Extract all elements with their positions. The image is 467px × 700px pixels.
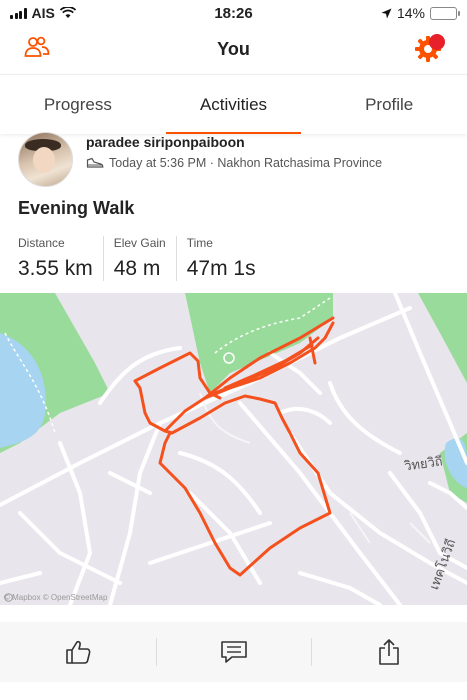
mapbox-logo-icon bbox=[4, 593, 13, 602]
app-header: You bbox=[0, 26, 467, 72]
stat-time: Time 47m 1s bbox=[175, 236, 266, 281]
avatar[interactable] bbox=[18, 132, 73, 187]
clock: 18:26 bbox=[214, 4, 253, 22]
comment-icon bbox=[220, 641, 247, 663]
battery-icon bbox=[430, 6, 460, 20]
notification-badge bbox=[429, 34, 445, 50]
tab-progress[interactable]: Progress bbox=[0, 75, 156, 134]
stat-elev-gain: Elev Gain 48 m bbox=[102, 236, 176, 281]
stat-value: 47m 1s bbox=[186, 257, 256, 280]
action-bar bbox=[0, 622, 467, 682]
activity-stats: Distance 3.55 km Elev Gain 48 m Time 47m… bbox=[18, 236, 266, 281]
athlete-name[interactable]: paradee siriponpaiboon bbox=[86, 134, 245, 150]
map-canvas bbox=[0, 293, 467, 605]
stat-label: Elev Gain bbox=[113, 236, 166, 250]
activity-meta-text: Today at 5:36 PM · Nakhon Ratchasima Pro… bbox=[109, 156, 383, 170]
stat-value: 3.55 km bbox=[18, 257, 93, 280]
share-icon bbox=[379, 639, 399, 665]
share-button[interactable] bbox=[311, 622, 467, 682]
status-bar: AIS 18:26 14% bbox=[0, 0, 467, 26]
attribution-text: © Mapbox © OpenStreetMap bbox=[4, 593, 108, 602]
tab-bar: Progress Activities Profile bbox=[0, 74, 467, 134]
activity-title[interactable]: Evening Walk bbox=[18, 198, 134, 219]
friends-icon[interactable] bbox=[24, 36, 50, 58]
stat-label: Time bbox=[186, 236, 213, 250]
comment-button[interactable] bbox=[155, 622, 312, 682]
tab-activities[interactable]: Activities bbox=[156, 75, 312, 134]
activity-meta: Today at 5:36 PM · Nakhon Ratchasima Pro… bbox=[86, 156, 382, 170]
stat-label: Distance bbox=[18, 236, 65, 250]
shoe-icon bbox=[86, 157, 104, 168]
kudos-icon bbox=[66, 640, 91, 664]
tab-profile[interactable]: Profile bbox=[311, 75, 467, 134]
map-attribution: © Mapbox © OpenStreetMap bbox=[4, 593, 107, 602]
kudos-button[interactable] bbox=[0, 622, 156, 682]
stat-value: 48 m bbox=[113, 257, 161, 280]
stat-distance: Distance 3.55 km bbox=[18, 236, 103, 281]
page-title: You bbox=[217, 38, 250, 59]
route-map[interactable]: วิทยวิถี เทคโนวิถี © Mapbox © OpenStreet… bbox=[0, 293, 467, 605]
